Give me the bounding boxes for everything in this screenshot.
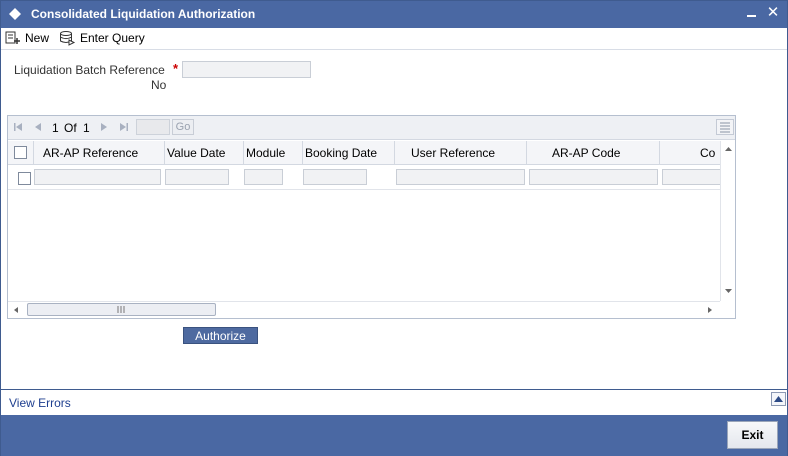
column-header-co[interactable]: Co — [660, 141, 720, 164]
cell-value-date[interactable] — [165, 169, 229, 185]
horizontal-scrollbar[interactable] — [8, 301, 720, 317]
cell-ar-ap-code[interactable] — [529, 169, 658, 185]
query-icon — [60, 31, 76, 46]
batch-reference-label-no: No — [151, 78, 167, 92]
vertical-scrollbar[interactable] — [720, 141, 735, 301]
required-marker: * — [173, 61, 179, 76]
select-all-checkbox[interactable] — [14, 146, 27, 159]
expand-up-icon[interactable] — [771, 392, 786, 406]
grid-header: AR-AP Reference Value Date Module Bookin… — [8, 141, 720, 165]
total-pages: 1 — [83, 121, 90, 135]
enter-query-label: Enter Query — [80, 31, 145, 45]
scroll-up-icon[interactable] — [721, 143, 736, 155]
diamond-icon — [9, 8, 21, 20]
table-row — [8, 166, 720, 190]
cell-co[interactable] — [662, 169, 720, 185]
toolbar: New Enter Query — [1, 28, 787, 50]
enter-query-button[interactable]: Enter Query — [59, 29, 145, 47]
first-page-icon[interactable] — [12, 120, 24, 134]
error-bar: View Errors — [1, 389, 787, 415]
last-page-icon[interactable] — [118, 120, 130, 134]
select-all-cell — [8, 141, 34, 164]
column-header-module[interactable]: Module — [244, 141, 303, 164]
results-grid: 1 Of 1 Go AR-AP Reference Value Date Mod… — [7, 115, 736, 319]
column-header-ar-ap-reference[interactable]: AR-AP Reference — [34, 141, 165, 164]
minimize-icon[interactable] — [743, 4, 761, 22]
column-header-ar-ap-code[interactable]: AR-AP Code — [527, 141, 660, 164]
cell-module[interactable] — [244, 169, 283, 185]
title-bar: Consolidated Liquidation Authorization ✕ — [1, 1, 787, 28]
horizontal-scroll-thumb[interactable] — [27, 303, 216, 316]
page-number-input[interactable] — [136, 119, 170, 135]
new-button[interactable]: New — [5, 29, 49, 47]
consolidated-liquidation-authorization-window: Consolidated Liquidation Authorization ✕… — [0, 0, 788, 456]
batch-reference-label: Liquidation Batch Reference — [14, 63, 165, 77]
row-select-checkbox[interactable] — [18, 172, 31, 185]
cell-booking-date[interactable] — [303, 169, 367, 185]
view-errors-link[interactable]: View Errors — [9, 396, 71, 410]
new-label: New — [25, 31, 50, 45]
new-document-icon — [5, 31, 20, 44]
grip-icon — [117, 306, 125, 313]
window-title: Consolidated Liquidation Authorization — [31, 7, 256, 21]
footer-bar: Exit — [1, 415, 787, 456]
cell-user-reference[interactable] — [396, 169, 525, 185]
scroll-down-icon[interactable] — [721, 285, 736, 297]
column-header-value-date[interactable]: Value Date — [165, 141, 244, 164]
column-header-booking-date[interactable]: Booking Date — [303, 141, 395, 164]
current-page: 1 — [52, 121, 59, 135]
column-menu-icon[interactable] — [716, 119, 734, 135]
go-button[interactable]: Go — [172, 119, 194, 135]
close-icon[interactable]: ✕ — [764, 4, 782, 22]
previous-page-icon[interactable] — [32, 120, 44, 134]
cell-ar-ap-reference[interactable] — [34, 169, 161, 185]
grid-pager: 1 Of 1 Go — [8, 116, 735, 140]
page-of-label: Of — [64, 121, 77, 135]
column-header-user-reference[interactable]: User Reference — [395, 141, 527, 164]
exit-button[interactable]: Exit — [727, 421, 778, 449]
batch-reference-input[interactable] — [182, 61, 311, 78]
scroll-right-icon[interactable] — [704, 304, 716, 316]
next-page-icon[interactable] — [98, 120, 110, 134]
scroll-left-icon[interactable] — [10, 304, 22, 316]
authorize-button[interactable]: Authorize — [183, 327, 258, 344]
